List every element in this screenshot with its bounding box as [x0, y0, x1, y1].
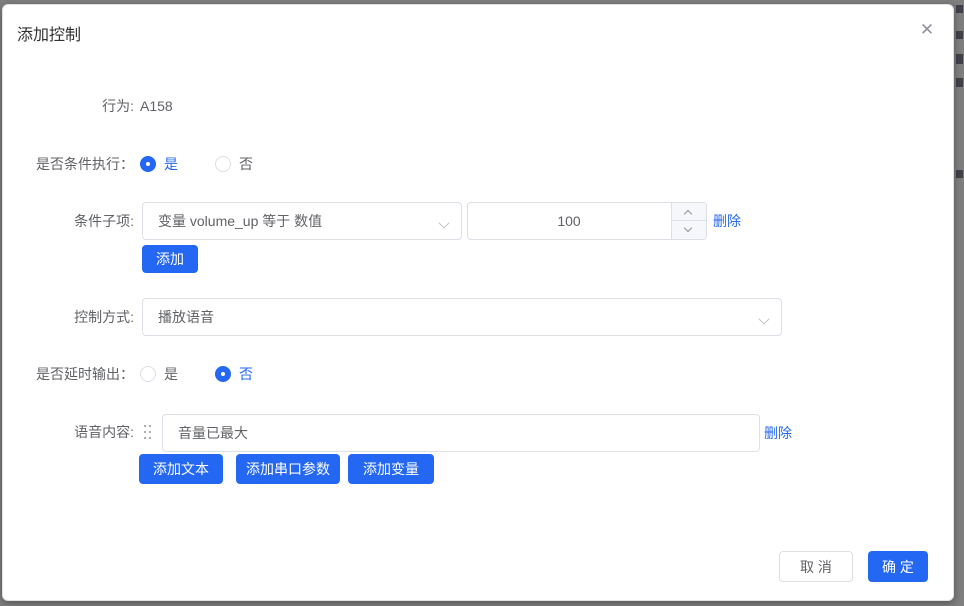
voice-content-input[interactable] — [163, 415, 759, 451]
chevron-down-icon — [758, 313, 769, 324]
conditional-exec-radio-yes[interactable] — [140, 156, 156, 172]
close-button[interactable]: ✕ — [916, 19, 938, 41]
dialog-title: 添加控制 — [17, 21, 81, 45]
background-fragment — [956, 54, 963, 64]
voice-content-label: 语音内容: — [3, 422, 134, 442]
control-mode-select[interactable]: 播放语音 — [142, 298, 782, 336]
close-icon: ✕ — [920, 20, 934, 39]
voice-content-delete-link[interactable]: 删除 — [764, 423, 792, 443]
delay-output-radio-yes[interactable] — [140, 366, 156, 382]
condition-item-number-input[interactable] — [468, 203, 670, 239]
page-background: 添加控制 ✕ 行为: A158 是否条件执行： 是 否 条件子项: 变量 vol… — [0, 0, 964, 606]
voice-content-field — [162, 414, 760, 452]
conditional-exec-radio-yes-label[interactable]: 是 — [164, 154, 178, 174]
condition-item-number-field — [467, 202, 707, 240]
control-mode-select-value: 播放语音 — [158, 307, 214, 327]
condition-item-select[interactable]: 变量 volume_up 等于 数值 — [142, 202, 462, 240]
drag-handle-icon[interactable] — [144, 425, 152, 439]
background-fragment — [956, 31, 963, 39]
chevron-down-icon — [438, 217, 449, 228]
delay-output-radio-no[interactable] — [215, 366, 231, 382]
control-mode-label: 控制方式: — [3, 307, 134, 327]
chevron-down-icon — [684, 224, 692, 232]
delay-output-radio-no-label[interactable]: 否 — [239, 364, 253, 384]
delay-output-label: 是否延时输出： — [3, 364, 134, 384]
behavior-label: 行为: — [3, 96, 134, 116]
add-control-dialog: 添加控制 ✕ 行为: A158 是否条件执行： 是 否 条件子项: 变量 vol… — [2, 4, 954, 601]
add-variable-button[interactable]: 添加变量 — [348, 454, 434, 484]
background-fragment — [956, 170, 963, 178]
chevron-up-icon — [684, 210, 692, 218]
condition-item-add-button[interactable]: 添加 — [142, 245, 198, 273]
conditional-exec-radio-no[interactable] — [215, 156, 231, 172]
number-stepper — [671, 203, 706, 239]
condition-item-delete-link[interactable]: 删除 — [713, 211, 741, 231]
conditional-exec-radio-no-label[interactable]: 否 — [239, 154, 253, 174]
add-text-button[interactable]: 添加文本 — [139, 454, 223, 484]
background-fragment — [956, 5, 963, 13]
condition-item-select-value: 变量 volume_up 等于 数值 — [158, 211, 322, 231]
background-fragment — [956, 78, 963, 87]
condition-item-label: 条件子项: — [3, 211, 134, 231]
add-serial-param-button[interactable]: 添加串口参数 — [236, 454, 340, 484]
behavior-value: A158 — [140, 96, 173, 116]
conditional-exec-label: 是否条件执行： — [3, 154, 134, 174]
confirm-button[interactable]: 确 定 — [868, 551, 928, 582]
stepper-decrease-button[interactable] — [672, 221, 706, 239]
delay-output-radio-yes-label[interactable]: 是 — [164, 364, 178, 384]
cancel-button[interactable]: 取 消 — [779, 551, 853, 582]
stepper-increase-button[interactable] — [672, 203, 706, 221]
